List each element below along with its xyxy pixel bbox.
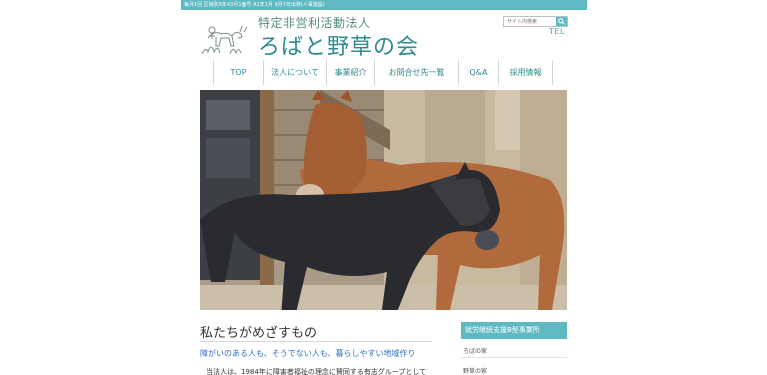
page: 毎月1回 区域別3年43月1面号 A1年1月 9月7日出発(人事施設) 特定非営… (0, 0, 767, 375)
nav-item-top[interactable]: TOP (214, 60, 264, 85)
main-nav: TOP 法人について 事業紹介 お問合せ先一覧 Q&A 採用情報 (213, 60, 553, 85)
logo-title: ろばと野草の会 (258, 35, 420, 60)
search-icon (558, 18, 565, 25)
nav-item-about[interactable]: 法人について (264, 60, 327, 85)
section-title: 私たちがめざすもの (200, 326, 318, 341)
sidebar-item-yaso[interactable]: 野草の家 (463, 366, 487, 375)
intro-text: 当法人は、1984年に障害者福祉の理念に賛同する有志グループとして (206, 368, 427, 375)
search-box (503, 16, 568, 27)
search-input[interactable] (504, 17, 556, 26)
section-divider (200, 341, 432, 342)
nav-item-qa[interactable]: Q&A (459, 60, 499, 85)
nav-item-recruit[interactable]: 採用情報 (499, 60, 553, 85)
tagline: 障がいのある人も、そうでない人も、暮らしやすい地域作り (200, 349, 416, 358)
tel-label[interactable]: TEL (549, 27, 565, 36)
sidebar-divider (461, 357, 567, 358)
logo-illustration-icon (201, 25, 248, 55)
site-logo[interactable]: 特定非営利活動法人 ろばと野草の会 (200, 12, 445, 60)
hero-image (200, 90, 567, 310)
search-button[interactable] (556, 17, 567, 26)
nav-item-contacts[interactable]: お問合せ先一覧 (375, 60, 459, 85)
sidebar-heading: 就労継続支援B型事業所 (461, 322, 567, 339)
sidebar-item-roba[interactable]: ろばの家 (463, 346, 487, 355)
nav-item-services[interactable]: 事業紹介 (327, 60, 375, 85)
top-info-bar: 毎月1回 区域別3年43月1面号 A1年1月 9月7日出発(人事施設) (181, 0, 587, 10)
donkeys-photo (200, 90, 567, 310)
